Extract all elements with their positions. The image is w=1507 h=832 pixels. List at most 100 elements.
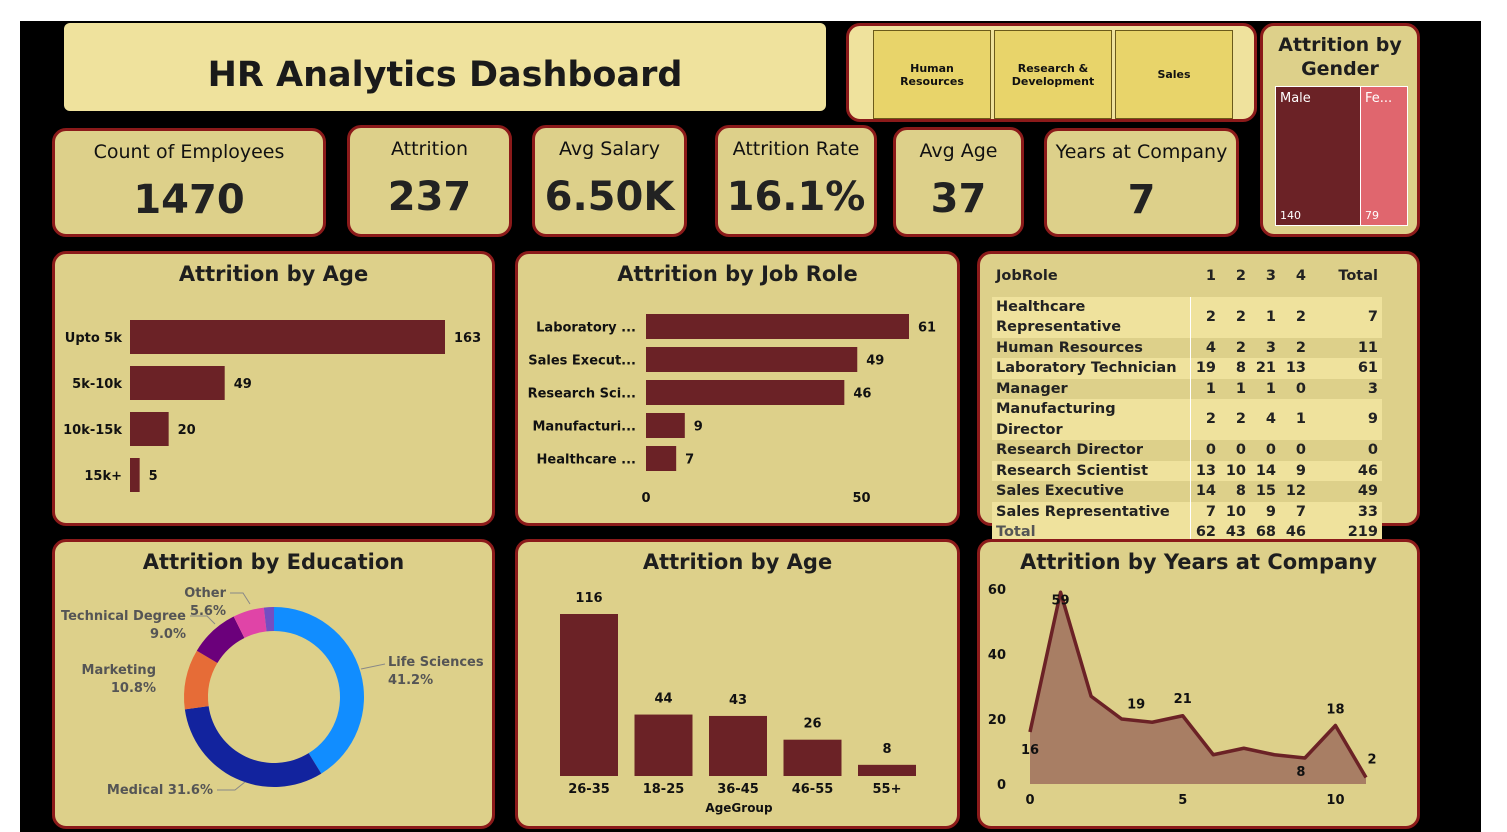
table-row[interactable]: Human Resources 4 2 3 2 11 (992, 337, 1382, 358)
kpi-card-salary: Avg Salary 6.50K (532, 125, 687, 237)
axis-tick-label: 46-55 (792, 782, 834, 797)
kpi-value: 237 (387, 174, 472, 220)
leader-line (360, 663, 386, 670)
matrix-cell: 0 (1295, 380, 1306, 397)
bar[interactable] (858, 764, 916, 776)
matrix-cell: 14 (1255, 462, 1276, 479)
matrix-cell: 1 (1265, 380, 1276, 397)
table-row[interactable]: Research Scientist 13 10 14 9 46 (992, 460, 1382, 481)
department-button-rd[interactable]: Research & Development (994, 30, 1112, 119)
table-row[interactable]: Healthcare Representative 2 2 1 2 7 (992, 296, 1382, 338)
axis-tick-label: 20 (988, 713, 1006, 728)
axis-tick-label: 5 (1178, 793, 1187, 808)
donut-slice[interactable] (274, 607, 365, 774)
kpi-card-age: Avg Age 37 (893, 127, 1024, 237)
matrix-cell: 9 (1295, 462, 1306, 479)
axis-tick-label: 26-35 (568, 782, 610, 797)
bar-category-label: 15k+ (84, 469, 122, 484)
matrix-cell: 33 (1357, 503, 1378, 520)
matrix-cell: 2 (1295, 308, 1306, 325)
bar[interactable] (646, 413, 685, 438)
matrix-cell: 2 (1235, 339, 1246, 356)
bar-category-label: Research Sci... (528, 387, 636, 402)
bar[interactable] (130, 366, 225, 400)
matrix-row-label: Laboratory Technician (992, 358, 1191, 379)
matrix-row-label: Sales Executive (992, 481, 1191, 502)
matrix-cell: 7 (1295, 503, 1306, 520)
slice-label: 9.0% (150, 627, 186, 642)
matrix-cell: 8 (1235, 360, 1246, 376)
slice-label: Medical 31.6% (107, 783, 213, 798)
matrix-cell: 10 (1225, 503, 1246, 520)
bar[interactable] (646, 446, 677, 471)
matrix-cell: 1 (1265, 308, 1276, 325)
gender-tile-male[interactable]: Male 140 (1275, 86, 1361, 226)
table-row[interactable]: Manufacturing Director 2 2 4 1 9 (992, 399, 1382, 440)
bar[interactable] (130, 320, 445, 354)
axis-tick-label: 0 (641, 491, 650, 506)
bar-data-label: 49 (234, 377, 252, 392)
dashboard-canvas: HR Analytics Dashboard Human Resources R… (20, 21, 1481, 832)
department-slicer: Human Resources Research & Development S… (846, 23, 1257, 122)
bar[interactable] (646, 314, 909, 339)
matrix-cell: 2 (1205, 411, 1216, 428)
table-row[interactable]: Research Director 0 0 0 0 0 (992, 440, 1382, 461)
matrix-header: 4 (1295, 268, 1306, 284)
gender-title: Attrition by Gender (1278, 34, 1402, 80)
bar[interactable] (783, 739, 842, 776)
matrix-header: 2 (1235, 268, 1246, 284)
matrix-table-wrap: JobRole 1 2 3 4 Total Healthcare Represe… (992, 266, 1382, 543)
bar-data-label: 43 (729, 693, 747, 708)
matrix-cell: 0 (1205, 442, 1216, 458)
table-row[interactable]: Laboratory Technician 19 8 21 13 61 (992, 358, 1382, 379)
matrix-cell: 11 (1357, 339, 1378, 356)
bar[interactable] (130, 412, 169, 446)
donut-slice[interactable] (184, 706, 322, 787)
point-data-label: 59 (1051, 593, 1069, 608)
axis-title: AgeGroup (705, 801, 773, 815)
department-button-hr[interactable]: Human Resources (873, 30, 991, 119)
kpi-value: 16.1% (726, 174, 866, 220)
table-row[interactable]: Sales Executive 14 8 15 12 49 (992, 481, 1382, 502)
matrix-cell: 46 (1357, 462, 1378, 479)
gender-value-male: 140 (1280, 209, 1301, 222)
matrix-cell: 9 (1265, 503, 1276, 520)
table-row[interactable]: Sales Representative 7 10 9 7 33 (992, 501, 1382, 522)
matrix-cell: 2 (1205, 308, 1216, 325)
bar[interactable] (130, 458, 140, 492)
slice-label: Life Sciences (388, 655, 484, 670)
bar-data-label: 44 (654, 692, 672, 707)
matrix-row-label: Healthcare Representative (992, 296, 1191, 338)
bar[interactable] (646, 380, 845, 405)
gender-tile-female[interactable]: Fe... 79 (1360, 86, 1408, 226)
bar[interactable] (709, 715, 767, 776)
table-row[interactable]: Manager 1 1 1 0 3 (992, 378, 1382, 399)
bar-data-label: 9 (694, 420, 703, 435)
department-button-sales[interactable]: Sales (1115, 30, 1233, 119)
slice-label: 10.8% (111, 681, 156, 696)
jobrole-matrix: JobRole 1 2 3 4 Total Healthcare Represe… (992, 266, 1382, 543)
gender-value-female: 79 (1365, 209, 1379, 222)
leader-line (217, 781, 246, 791)
gender-label-male: Male (1280, 91, 1311, 106)
bar-category-label: Manufacturi... (532, 420, 636, 435)
bar[interactable] (560, 614, 618, 776)
education-donut-chart: Life Sciences 41.2% Medical 31.6% Marketing… (61, 586, 484, 798)
matrix-cell: 0 (1367, 442, 1378, 458)
point-data-label: 16 (1021, 743, 1039, 758)
matrix-row-label: Manufacturing Director (992, 399, 1191, 440)
matrix-cell: 19 (1195, 360, 1216, 376)
bar-category-label: Upto 5k (65, 331, 123, 346)
point-data-label: 18 (1326, 703, 1344, 718)
bar[interactable] (634, 714, 693, 776)
matrix-cell: 10 (1225, 462, 1246, 479)
bar[interactable] (646, 347, 858, 372)
kpi-label: Count of Employees (93, 141, 285, 163)
bar-category-label: Healthcare ... (537, 453, 636, 468)
matrix-cell: 7 (1367, 308, 1378, 325)
bar-category-label: Laboratory ... (536, 321, 636, 336)
matrix-cell: 2 (1235, 308, 1246, 325)
matrix-cell: 1 (1295, 411, 1306, 428)
matrix-cell: 7 (1205, 503, 1216, 520)
jobrole-bar-chart: Laboratory ... 61 Sales Execut... 49 Researc… (528, 314, 936, 506)
